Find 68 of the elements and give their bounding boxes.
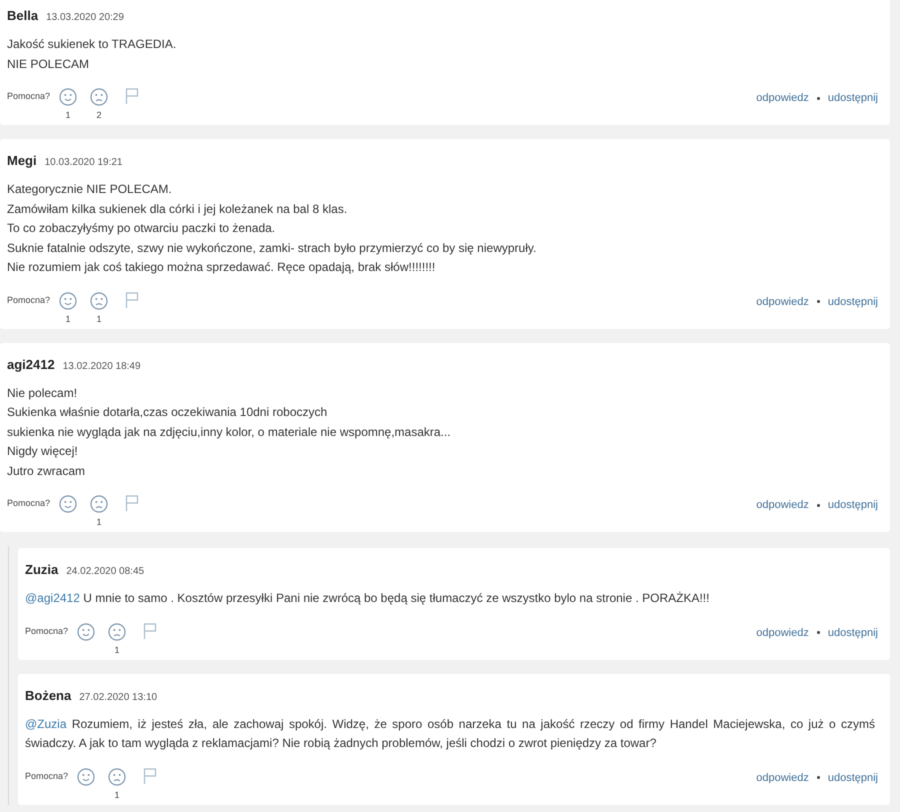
- flag-icon[interactable]: [125, 292, 140, 308]
- comment-date: 24.02.2020 08:45: [66, 566, 144, 577]
- vote-count: 1: [114, 644, 120, 656]
- comment-text: Zamówiłam kilka sukienek dla córki i jej koleżanek na bal 8 klas.: [7, 200, 348, 218]
- smiley-face-icon[interactable]: [59, 88, 78, 106]
- author-name: Megi: [7, 153, 37, 168]
- flag-icon[interactable]: [143, 768, 158, 784]
- separator-dot: [816, 631, 820, 634]
- separator-dot: [816, 776, 820, 779]
- author-name: Bożena: [25, 688, 72, 702]
- smiley-face-icon[interactable]: [59, 495, 78, 513]
- mention-link[interactable]: @agi2412: [25, 591, 80, 605]
- sad-face-icon[interactable]: [90, 495, 108, 513]
- comment-text: sukienka nie wygląda jak na zdjęciu,inny kolor, o materiale nie wspomnę,masakra...: [7, 424, 452, 440]
- comment-text: Sukienka właśnie dotarła,czas oczekiwania 10dni roboczych: [7, 404, 328, 421]
- action-link[interactable]: odpowiedz: [756, 772, 809, 784]
- comment-date: 27.02.2020 13:10: [79, 692, 158, 702]
- comment-text: @agi2412 U mnie to samo . Kosztów przesyłki Pani nie zwrócą bo będą się tłumaczyć ze wszystko bylo na stronie . PORAŻKA!!!: [25, 590, 710, 607]
- action-link[interactable]: udostępnij: [828, 92, 878, 104]
- comment-text: Nigdy więcej!: [7, 443, 79, 460]
- action-link[interactable]: odpowiedz: [756, 626, 809, 638]
- author-name: agi2412: [7, 356, 55, 372]
- separator-dot: [816, 504, 820, 506]
- author-name: Bella: [7, 8, 38, 23]
- vote-count: 1: [66, 109, 71, 122]
- smiley-face-icon[interactable]: [77, 768, 96, 786]
- separator-dot: [816, 300, 820, 303]
- action-link[interactable]: udostępnij: [828, 499, 878, 511]
- smiley-face-icon[interactable]: [59, 292, 78, 310]
- smiley-face-icon[interactable]: [77, 622, 96, 640]
- comment-text: Jutro zwracam: [7, 462, 86, 480]
- comment-text: To co zobaczyłyśmy po otwarciu paczki to żenada.: [7, 220, 276, 237]
- action-link[interactable]: odpowiedz: [756, 296, 809, 308]
- action-link[interactable]: udostępnij: [828, 296, 878, 308]
- comment-text: Jakość sukienek to TRAGEDIA.: [7, 36, 178, 53]
- vote-count: 1: [96, 312, 102, 326]
- sad-face-icon[interactable]: [108, 768, 126, 786]
- helpful-label: Pomocna?: [25, 770, 68, 780]
- vote-count: 1: [96, 516, 102, 529]
- sad-face-icon[interactable]: [90, 88, 108, 106]
- flag-icon[interactable]: [143, 622, 158, 638]
- comment-date: 10.03.2020 19:21: [44, 157, 122, 168]
- vote-count: 2: [96, 109, 102, 122]
- comment-date: 13.02.2020 18:49: [62, 360, 141, 372]
- author-name: Zuzia: [25, 562, 58, 577]
- comment-text: NIE POLECAM: [7, 56, 90, 72]
- comment-text: @Zuzia Rozumiem, iż jesteś zła, ale zachowaj spokój. Widzę, że sporo osób narzeka tu na jakość rzeczy od firmy Handel Maciejewska, co już o czymś świadczy. A jak to tam wygląda z reklamacjami? Nie robią żadnych problemów, jeśli chodzi o zwrot pieniędzy za towar?: [25, 716, 876, 752]
- sad-face-icon[interactable]: [108, 622, 126, 640]
- action-link[interactable]: odpowiedz: [756, 499, 809, 511]
- helpful-label: Pomocna?: [7, 91, 50, 101]
- comment-date: 13.03.2020 20:29: [46, 12, 124, 23]
- flag-icon[interactable]: [125, 495, 140, 511]
- vote-count: 1: [66, 312, 71, 326]
- vote-count: 1: [114, 788, 120, 802]
- comment-text: Nie rozumiem jak coś takiego można sprzedawać. Ręce opadają, brak słów!!!!!!!!: [7, 259, 436, 276]
- separator-dot: [816, 96, 820, 100]
- helpful-label: Pomocna?: [25, 626, 68, 636]
- helpful-label: Pomocna?: [7, 498, 50, 508]
- comment-text: Nie polecam!: [7, 384, 78, 402]
- comment-text: Suknie fatalnie odszyte, szwy nie wykończone, zamki- strach było przymierzyć co by się niewypruły.: [7, 240, 538, 256]
- action-link[interactable]: udostępnij: [828, 772, 878, 784]
- comment-text: Kategorycznie NIE POLECAM.: [7, 181, 173, 198]
- flag-icon[interactable]: [125, 88, 140, 104]
- mention-link[interactable]: @Zuzia: [25, 716, 67, 730]
- action-link[interactable]: udostępnij: [828, 626, 878, 638]
- action-link[interactable]: odpowiedz: [756, 92, 809, 104]
- helpful-label: Pomocna?: [7, 294, 50, 304]
- sad-face-icon[interactable]: [90, 292, 108, 310]
